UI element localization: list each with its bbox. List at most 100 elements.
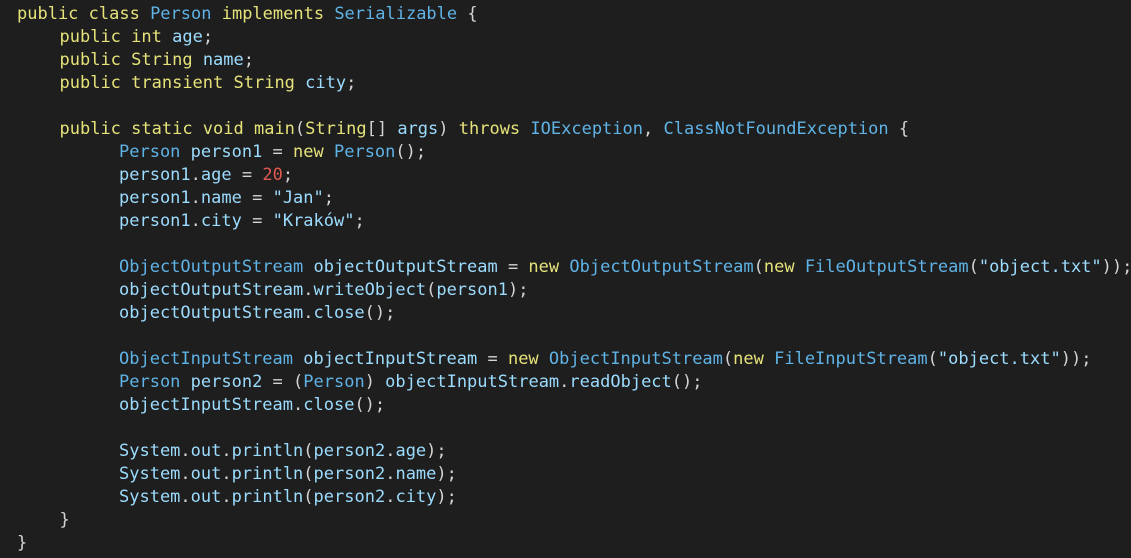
code-line: person1.age = 20;	[0, 164, 1131, 187]
punctuation-token: .	[180, 487, 191, 507]
punctuation-token: ;	[202, 27, 214, 47]
identifier-token: person1	[119, 188, 191, 208]
punctuation-token: (	[426, 280, 437, 300]
keyword-token: public	[59, 50, 132, 70]
code-line: public String name;	[0, 49, 1131, 72]
punctuation-token: =	[477, 349, 508, 369]
code-line: objectOutputStream.writeObject(person1);	[0, 279, 1131, 302]
identifier-token: println	[231, 464, 304, 484]
type-token: ObjectOutputStream	[569, 257, 754, 277]
punctuation-token: }	[59, 510, 70, 530]
keyword-token: String	[305, 119, 367, 139]
keyword-token: new	[293, 142, 334, 162]
type-token: Person	[303, 372, 365, 392]
type-token: ObjectInputStream	[548, 349, 723, 369]
identifier-token: person2	[313, 464, 386, 484]
type-token: FileOutputStream	[804, 257, 969, 277]
identifier-token: args	[397, 119, 439, 139]
code-editor[interactable]: public class Person implements Serializa…	[0, 0, 1131, 558]
code-line: person1.city = "Kraków";	[0, 210, 1131, 233]
identifier-token: objectInputStream	[385, 372, 560, 392]
code-line: ObjectOutputStream objectOutputStream = …	[0, 256, 1131, 279]
punctuation-token: =	[497, 257, 529, 277]
type-token: Serializable	[334, 4, 458, 24]
identifier-token: objectOutputStream	[119, 280, 304, 300]
identifier-token: age	[172, 27, 203, 47]
identifier-token: person1	[436, 280, 508, 300]
punctuation-token: (	[294, 119, 306, 139]
code-line: Person person2 = (Person) objectInputStr…	[0, 371, 1131, 394]
keyword-token: public static void	[59, 119, 254, 139]
code-line: public class Person implements Serializa…	[0, 3, 1131, 26]
identifier-token: person2	[313, 487, 386, 507]
punctuation-token: );	[426, 441, 447, 461]
code-line: Person person1 = new Person();	[0, 141, 1131, 164]
punctuation-token: =	[241, 188, 273, 208]
identifier-token: close	[313, 303, 365, 323]
punctuation-token: .	[190, 165, 201, 185]
punctuation-token: ;	[354, 211, 365, 231]
identifier-token: person1	[190, 142, 263, 162]
identifier-token: out	[190, 487, 222, 507]
punctuation-token: .	[180, 441, 191, 461]
keyword-token: throws	[458, 119, 531, 139]
punctuation-token: =	[262, 142, 294, 162]
punctuation-token: {	[888, 119, 910, 139]
identifier-token: person2	[190, 372, 263, 392]
punctuation-token: .	[293, 395, 304, 415]
keyword-token: public	[59, 27, 132, 47]
punctuation-token: ;	[282, 165, 294, 185]
punctuation-token: );	[436, 487, 457, 507]
punctuation-token: .	[221, 441, 232, 461]
keyword-token: public transient	[59, 73, 234, 93]
punctuation-token: );	[436, 464, 457, 484]
punctuation-token: (	[927, 349, 938, 369]
punctuation-token: ));	[1060, 349, 1092, 369]
keyword-token: public class	[17, 4, 151, 24]
punctuation-token: (	[303, 487, 314, 507]
punctuation-token: .	[559, 372, 570, 392]
keyword-token: int	[131, 27, 173, 47]
code-line: person1.name = "Jan";	[0, 187, 1131, 210]
punctuation-token: =	[231, 165, 263, 185]
code-line: System.out.println(person2.age);	[0, 440, 1131, 463]
punctuation-token: ();	[354, 395, 386, 415]
punctuation-token: ;	[323, 188, 335, 208]
keyword-token: String	[233, 73, 306, 93]
punctuation-token: ;	[243, 50, 255, 70]
type-token: Person	[150, 4, 212, 24]
identifier-token: city	[305, 73, 347, 93]
punctuation-token: ();	[671, 372, 703, 392]
code-line: ObjectInputStream objectInputStream = ne…	[0, 348, 1131, 371]
punctuation-token: []	[366, 119, 398, 139]
keyword-token: new	[507, 349, 549, 369]
string-token: "Kraków"	[272, 211, 355, 231]
code-line: objectInputStream.close();	[0, 394, 1131, 417]
identifier-token: city	[395, 487, 437, 507]
identifier-token: System	[119, 487, 181, 507]
punctuation-token: .	[385, 487, 396, 507]
type-token: Person	[119, 142, 191, 162]
punctuation-token: (	[753, 257, 764, 277]
punctuation-token: ,	[643, 119, 664, 139]
keyword-token: new	[763, 257, 805, 277]
punctuation-token: (	[968, 257, 979, 277]
keyword-token: new	[733, 349, 775, 369]
identifier-token: city	[200, 211, 242, 231]
type-token: Person	[119, 372, 191, 392]
identifier-token: System	[119, 464, 181, 484]
punctuation-token: ;	[346, 73, 357, 93]
identifier-token: println	[231, 441, 304, 461]
code-line: System.out.println(person2.city);	[0, 486, 1131, 509]
punctuation-token: (	[303, 441, 314, 461]
identifier-token: readObject	[569, 372, 672, 392]
type-token: Person	[333, 142, 396, 162]
identifier-token: name	[200, 188, 242, 208]
punctuation-token: .	[385, 464, 396, 484]
punctuation-token: .	[221, 487, 232, 507]
type-token: FileInputStream	[774, 349, 928, 369]
identifier-token: person1	[119, 165, 191, 185]
